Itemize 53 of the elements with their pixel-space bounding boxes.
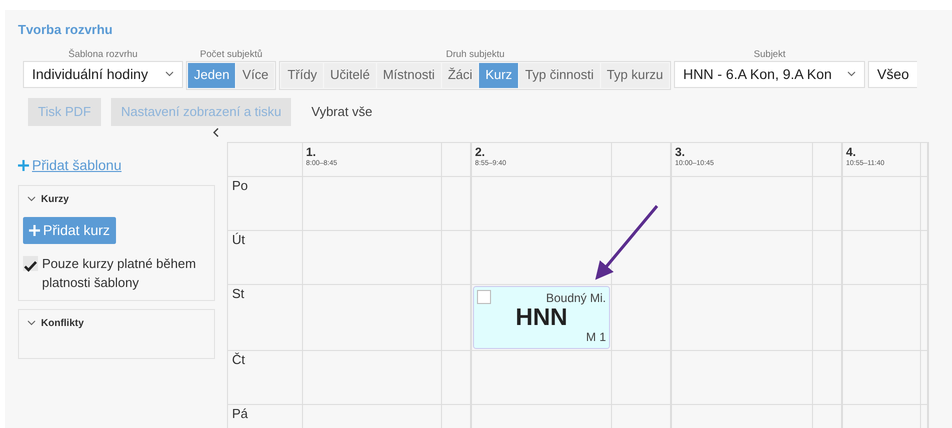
timetable-cell xyxy=(813,176,843,230)
timetable-cell xyxy=(813,284,843,350)
teacher-name: Boudný Mi. xyxy=(546,290,606,306)
toggle-button[interactable]: Místnosti xyxy=(376,62,441,88)
field-label: Počet subjektů xyxy=(200,48,262,60)
day-label: Čt xyxy=(232,352,245,366)
add-template-link[interactable]: Přidat šablonu xyxy=(18,154,122,176)
day-label: Út xyxy=(232,232,245,246)
timetable-cell xyxy=(612,230,672,284)
checkbox[interactable] xyxy=(23,256,38,270)
page-title: Tvorba rozvrhu xyxy=(17,21,114,39)
dropdown[interactable]: Všeo xyxy=(868,60,918,88)
period-number: 3. xyxy=(675,146,686,158)
toggle-button[interactable]: Učitelé xyxy=(324,62,376,88)
timetable-cell xyxy=(813,230,843,284)
day-label: Pá xyxy=(232,406,248,420)
toggle-button[interactable]: Více xyxy=(236,62,274,88)
lesson-card[interactable]: Boudný Mi. HNN M 1 xyxy=(473,286,610,348)
timetable-cell xyxy=(442,230,472,284)
timetable-cell xyxy=(813,350,843,404)
timetable-cell xyxy=(612,176,672,230)
period-number: 4. xyxy=(846,146,858,158)
timetable-cell xyxy=(612,350,672,404)
period-number: 1. xyxy=(306,146,318,158)
toggle-button[interactable]: Typ kurzu xyxy=(600,62,670,88)
chevron-down-icon xyxy=(847,71,856,77)
field-label: Subjekt xyxy=(754,48,786,60)
timetable-cell xyxy=(442,350,472,404)
panel-header[interactable]: Konflikty xyxy=(23,316,210,330)
panel-header[interactable]: Kurzy xyxy=(23,192,210,206)
room-label: M 1 xyxy=(586,328,606,346)
timetable-cell xyxy=(442,176,472,230)
checkbox[interactable] xyxy=(477,290,491,304)
toggle-button[interactable]: Typ činnosti xyxy=(519,62,600,88)
dropdown[interactable]: HNN - 6.A Kon, 9.A Kon xyxy=(674,60,866,88)
dropdown[interactable]: Individuální hodiny xyxy=(23,60,183,88)
field-label: Druh subjektu xyxy=(446,48,505,60)
field-label: Šablona rozvrhu xyxy=(68,48,138,60)
day-label: St xyxy=(232,286,244,300)
toggle-button[interactable]: Kurz xyxy=(479,62,518,88)
checkbox-label: Pouze kurzy platné během platnosti šablony xyxy=(42,254,197,292)
chevron-down-icon xyxy=(165,71,174,77)
toggle-button[interactable]: Jeden xyxy=(188,62,236,88)
day-label: Po xyxy=(232,178,248,192)
period-number: 2. xyxy=(475,146,486,158)
toggle-button[interactable]: Žáci xyxy=(442,62,478,88)
subject-code: HNN xyxy=(514,304,568,332)
plus-icon xyxy=(29,224,40,236)
add-course-button[interactable]: Přidat kurz xyxy=(23,216,116,244)
toggle-button[interactable]: Třídy xyxy=(281,62,324,88)
collapse-icon xyxy=(213,128,219,136)
plus-icon xyxy=(18,160,29,170)
action-button[interactable]: Vybrat vše xyxy=(301,98,382,126)
